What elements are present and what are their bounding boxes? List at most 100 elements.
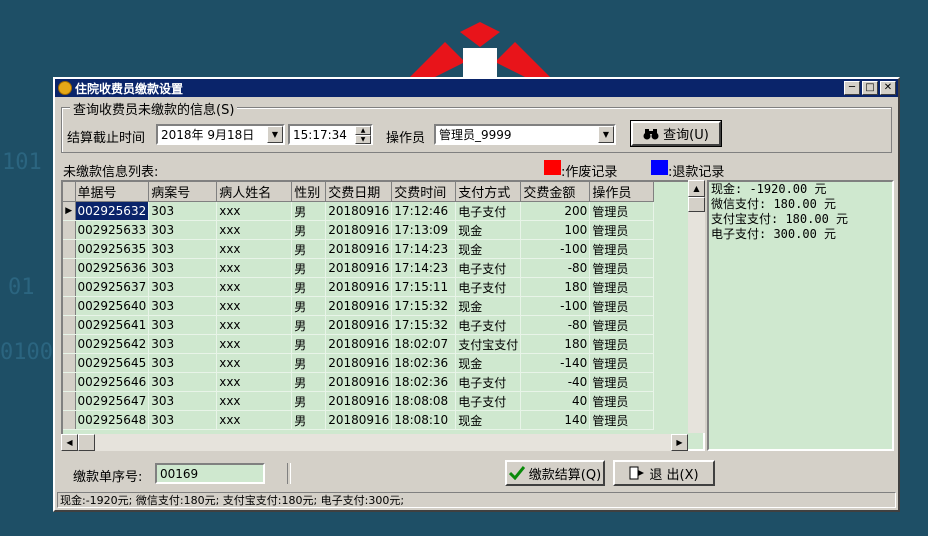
table-row[interactable]: 002925637 303 xxx 男 20180916 17:15:11 电子支付 180 管…	[63, 277, 655, 297]
table-cell[interactable]: 002925646	[75, 372, 150, 392]
operator-dropdown-icon[interactable]: ▼	[598, 126, 614, 143]
table-cell[interactable]: 17:14:23	[391, 239, 457, 259]
table-cell[interactable]: 20180916	[325, 315, 393, 335]
settle-payment-button[interactable]: 缴款结算(Q)	[505, 460, 605, 486]
table-cell[interactable]: 303	[148, 410, 218, 430]
table-cell[interactable]: 20180916	[325, 334, 393, 354]
table-cell[interactable]: xxx	[216, 201, 293, 221]
grid-horizontal-scrollbar[interactable]: ◀ ▶	[61, 434, 688, 451]
table-cell[interactable]: 20180916	[325, 296, 393, 316]
table-cell[interactable]: 303	[148, 391, 218, 411]
settle-date-picker[interactable]: 2018年 9月18日 ▼	[156, 124, 285, 145]
table-cell[interactable]: -100	[520, 296, 591, 316]
table-cell[interactable]: -80	[520, 315, 591, 335]
table-cell[interactable]: 管理员	[589, 315, 655, 335]
row-indicator[interactable]	[63, 334, 76, 354]
table-cell[interactable]: 管理员	[589, 201, 655, 221]
column-header[interactable]: 交费日期	[325, 182, 393, 202]
table-cell[interactable]: 303	[148, 334, 218, 354]
scroll-up-icon[interactable]: ▲	[688, 180, 705, 197]
row-indicator[interactable]	[63, 315, 76, 335]
table-row[interactable]: 002925641 303 xxx 男 20180916 17:15:32 电子支付 -80 管…	[63, 315, 655, 335]
table-cell[interactable]: 管理员	[589, 353, 655, 373]
table-cell[interactable]: 电子支付	[455, 277, 522, 297]
table-cell[interactable]: xxx	[216, 353, 293, 373]
table-cell[interactable]: 18:02:36	[391, 372, 457, 392]
scroll-left-icon[interactable]: ◀	[61, 434, 78, 451]
table-cell[interactable]: -40	[520, 372, 591, 392]
table-cell[interactable]: 男	[291, 258, 327, 278]
exit-button[interactable]: 退 出(X)	[613, 460, 715, 486]
table-cell[interactable]: 男	[291, 372, 327, 392]
table-cell[interactable]: 男	[291, 391, 327, 411]
table-cell[interactable]: 303	[148, 201, 218, 221]
table-cell[interactable]: 40	[520, 391, 591, 411]
table-cell[interactable]: 男	[291, 334, 327, 354]
table-cell[interactable]: xxx	[216, 277, 293, 297]
table-cell[interactable]: 管理员	[589, 410, 655, 430]
date-dropdown-icon[interactable]: ▼	[267, 126, 283, 143]
table-cell[interactable]: 20180916	[325, 277, 393, 297]
table-cell[interactable]: 男	[291, 353, 327, 373]
grid-vertical-scrollbar[interactable]: ▲	[688, 180, 705, 433]
row-indicator[interactable]	[63, 277, 76, 297]
table-cell[interactable]: 002925632	[75, 201, 150, 221]
title-bar[interactable]: 住院收费员缴款设置 ─ □ ✕	[55, 79, 898, 97]
table-cell[interactable]: 男	[291, 239, 327, 259]
table-cell[interactable]: 17:15:11	[391, 277, 457, 297]
row-indicator[interactable]	[63, 372, 76, 392]
table-cell[interactable]: 管理员	[589, 239, 655, 259]
vscroll-thumb[interactable]	[688, 197, 705, 212]
table-cell[interactable]: xxx	[216, 239, 293, 259]
table-cell[interactable]: 电子支付	[455, 372, 522, 392]
column-header[interactable]: 交费金额	[520, 182, 591, 202]
table-row[interactable]: 002925647 303 xxx 男 20180916 18:08:08 电子支付 40 管理…	[63, 391, 655, 411]
table-cell[interactable]: 100	[520, 220, 591, 240]
current-row-arrow-icon[interactable]: ▶	[63, 201, 76, 221]
table-cell[interactable]: xxx	[216, 410, 293, 430]
seq-input[interactable]: 00169	[155, 463, 265, 484]
table-cell[interactable]: 20180916	[325, 201, 393, 221]
table-cell[interactable]: 管理员	[589, 391, 655, 411]
column-header[interactable]: 交费时间	[391, 182, 457, 202]
table-cell[interactable]: 20180916	[325, 410, 393, 430]
table-cell[interactable]: 002925633	[75, 220, 150, 240]
table-cell[interactable]: 002925641	[75, 315, 150, 335]
table-cell[interactable]: 17:13:09	[391, 220, 457, 240]
table-cell[interactable]: 18:02:36	[391, 353, 457, 373]
table-row[interactable]: 002925642 303 xxx 男 20180916 18:02:07 支付宝支付 180…	[63, 334, 655, 354]
table-cell[interactable]: 002925637	[75, 277, 150, 297]
table-cell[interactable]: 20180916	[325, 391, 393, 411]
table-cell[interactable]: 002925645	[75, 353, 150, 373]
table-cell[interactable]: 17:12:46	[391, 201, 457, 221]
table-cell[interactable]: 男	[291, 201, 327, 221]
table-cell[interactable]: 电子支付	[455, 315, 522, 335]
table-cell[interactable]: 管理员	[589, 372, 655, 392]
column-header[interactable]: 操作员	[589, 182, 655, 202]
table-cell[interactable]: 男	[291, 315, 327, 335]
table-cell[interactable]: 180	[520, 277, 591, 297]
table-cell[interactable]: 男	[291, 296, 327, 316]
table-cell[interactable]: 电子支付	[455, 258, 522, 278]
row-indicator[interactable]	[63, 258, 76, 278]
table-row[interactable]: ▶ 002925632 303 xxx 男 20180916 17:12:46 电子支付 200…	[63, 201, 655, 221]
column-header[interactable]: 支付方式	[455, 182, 522, 202]
table-cell[interactable]: 17:15:32	[391, 296, 457, 316]
table-cell[interactable]: 男	[291, 220, 327, 240]
spin-down-icon[interactable]: ▼	[355, 135, 371, 144]
table-cell[interactable]: 现金	[455, 239, 522, 259]
table-cell[interactable]: 200	[520, 201, 591, 221]
row-indicator[interactable]	[63, 296, 76, 316]
table-cell[interactable]: xxx	[216, 372, 293, 392]
column-header[interactable]: 单据号	[75, 182, 150, 202]
table-cell[interactable]: -100	[520, 239, 591, 259]
table-cell[interactable]: 管理员	[589, 296, 655, 316]
table-cell[interactable]: 管理员	[589, 277, 655, 297]
table-cell[interactable]: 303	[148, 296, 218, 316]
table-cell[interactable]: 17:14:23	[391, 258, 457, 278]
spin-up-icon[interactable]: ▲	[355, 126, 371, 135]
table-cell[interactable]: xxx	[216, 296, 293, 316]
table-cell[interactable]: 303	[148, 277, 218, 297]
table-cell[interactable]: 303	[148, 220, 218, 240]
table-row[interactable]: 002925645 303 xxx 男 20180916 18:02:36 现金 -140 管理…	[63, 353, 655, 373]
